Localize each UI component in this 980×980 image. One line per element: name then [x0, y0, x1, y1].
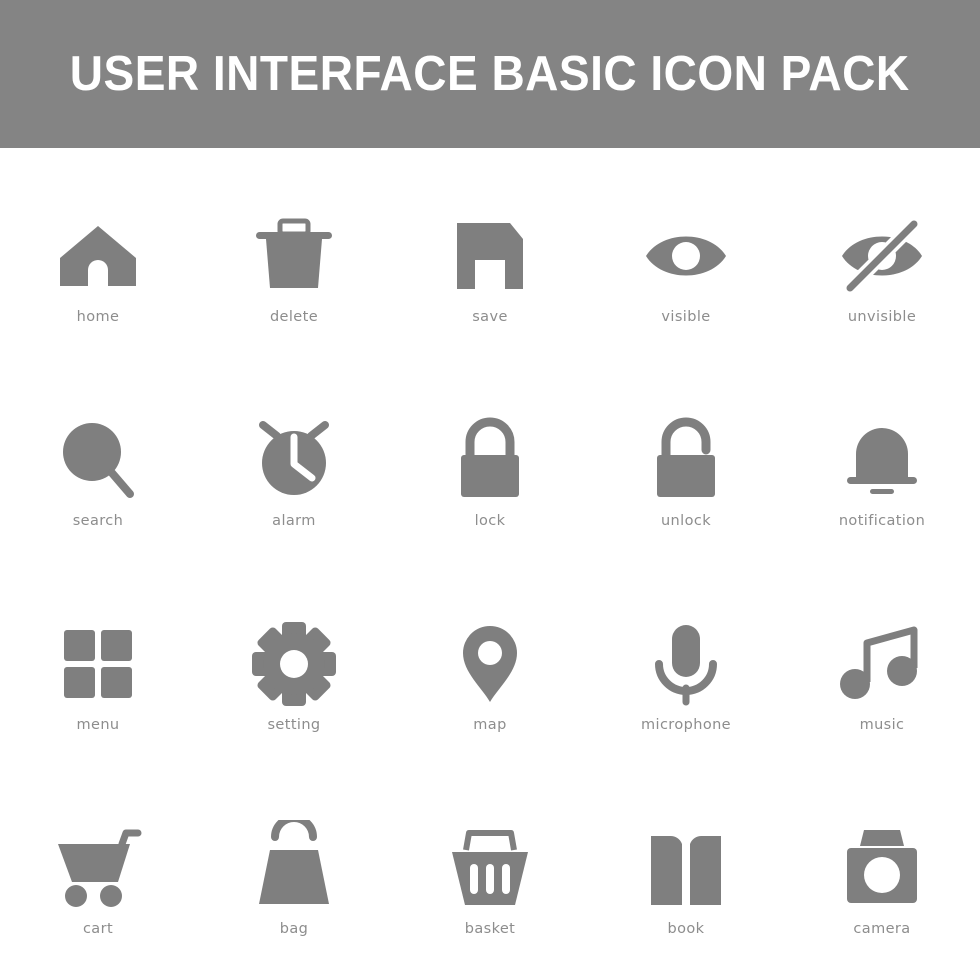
shopping-cart-icon[interactable] [50, 820, 146, 916]
padlock-closed-icon[interactable] [442, 412, 538, 508]
icon-cell-notification[interactable]: notification [784, 368, 980, 572]
home-icon[interactable] [50, 208, 146, 304]
padlock-open-icon[interactable] [638, 412, 734, 508]
icon-label: cart [82, 920, 114, 937]
icon-cell-setting[interactable]: setting [196, 572, 392, 776]
icon-label: basket [464, 920, 516, 937]
icon-cell-bag[interactable]: bag [196, 776, 392, 980]
icon-label: unvisible [847, 308, 917, 325]
icon-cell-unlock[interactable]: unlock [588, 368, 784, 572]
icon-label: visible [661, 308, 711, 325]
gear-icon[interactable] [246, 616, 342, 712]
bell-icon[interactable] [834, 412, 930, 508]
icon-label: camera [853, 920, 911, 937]
icon-label: lock [474, 512, 506, 529]
icon-label: menu [76, 716, 120, 733]
header-banner: USER INTERFACE BASIC ICON PACK [0, 0, 980, 148]
icon-cell-save[interactable]: save [392, 164, 588, 368]
icon-cell-alarm[interactable]: alarm [196, 368, 392, 572]
icon-cell-basket[interactable]: basket [392, 776, 588, 980]
icon-cell-book[interactable]: book [588, 776, 784, 980]
music-note-icon[interactable] [834, 616, 930, 712]
icon-label: save [472, 308, 508, 325]
icon-label: search [72, 512, 124, 529]
icon-cell-menu[interactable]: menu [0, 572, 196, 776]
icon-cell-lock[interactable]: lock [392, 368, 588, 572]
shopping-basket-icon[interactable] [442, 820, 538, 916]
icon-label: book [667, 920, 705, 937]
icon-cell-microphone[interactable]: microphone [588, 572, 784, 776]
icon-label: music [859, 716, 905, 733]
open-book-icon[interactable] [638, 820, 734, 916]
page-title: USER INTERFACE BASIC ICON PACK [70, 46, 910, 101]
icon-cell-music[interactable]: music [784, 572, 980, 776]
icon-label: delete [269, 308, 319, 325]
floppy-disk-icon[interactable] [442, 208, 538, 304]
trash-icon[interactable] [246, 208, 342, 304]
microphone-icon[interactable] [638, 616, 734, 712]
icon-label: unlock [660, 512, 712, 529]
icon-grid: home delete save visible unvisible searc… [0, 148, 980, 980]
eye-icon[interactable] [638, 208, 734, 304]
icon-label: notification [838, 512, 926, 529]
magnifier-icon[interactable] [50, 412, 146, 508]
icon-cell-home[interactable]: home [0, 164, 196, 368]
icon-cell-camera[interactable]: camera [784, 776, 980, 980]
icon-cell-unvisible[interactable]: unvisible [784, 164, 980, 368]
icon-pack-sheet: USER INTERFACE BASIC ICON PACK home dele… [0, 0, 980, 980]
eye-slash-icon[interactable] [834, 208, 930, 304]
icon-label: setting [267, 716, 321, 733]
icon-cell-visible[interactable]: visible [588, 164, 784, 368]
camera-icon[interactable] [834, 820, 930, 916]
icon-cell-cart[interactable]: cart [0, 776, 196, 980]
icon-label: map [473, 716, 507, 733]
alarm-clock-icon[interactable] [246, 412, 342, 508]
icon-label: home [76, 308, 120, 325]
icon-label: alarm [272, 512, 316, 529]
icon-label: bag [279, 920, 309, 937]
grid-squares-icon[interactable] [50, 616, 146, 712]
icon-cell-search[interactable]: search [0, 368, 196, 572]
icon-cell-delete[interactable]: delete [196, 164, 392, 368]
map-pin-icon[interactable] [442, 616, 538, 712]
icon-cell-map[interactable]: map [392, 572, 588, 776]
shopping-bag-icon[interactable] [246, 819, 342, 916]
icon-label: microphone [640, 716, 732, 733]
